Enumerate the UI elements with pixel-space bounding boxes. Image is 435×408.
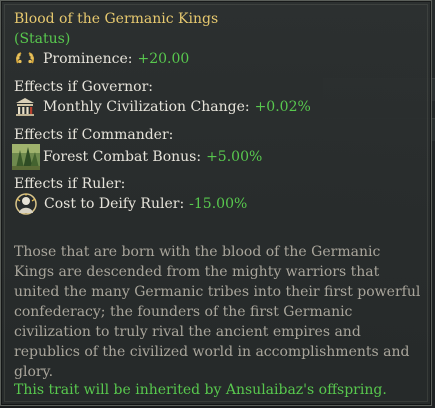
- prominence-row: Prominence: +20.00: [14, 49, 189, 69]
- prominence-label: Prominence:: [43, 50, 133, 67]
- civic-building-icon: [14, 97, 36, 117]
- trait-type: (Status): [14, 31, 71, 47]
- ruler-effect-label: Cost to Deify Ruler:: [44, 195, 185, 212]
- commander-effect-value: +5.00%: [206, 148, 263, 165]
- deify-bust-icon: [14, 193, 38, 215]
- commander-effect-label: Forest Combat Bonus:: [43, 148, 202, 165]
- governor-effect-row: Monthly Civilization Change: +0.02%: [14, 97, 311, 117]
- trait-description: Those that are born with the blood of th…: [14, 244, 421, 380]
- trait-tooltip: Blood of the Germanic Kings (Status) Pro…: [0, 0, 432, 406]
- forest-icon: [12, 144, 40, 170]
- commander-header: Effects if Commander:: [14, 127, 174, 143]
- governor-effect-label: Monthly Civilization Change:: [43, 98, 250, 115]
- inheritance-note: This trait will be inherited by Ansulaib…: [14, 382, 387, 398]
- trait-title: Blood of the Germanic Kings: [14, 11, 219, 27]
- governor-effect-value: +0.02%: [254, 98, 311, 115]
- governor-header: Effects if Governor:: [14, 79, 154, 95]
- ruler-effect-value: -15.00%: [189, 195, 248, 212]
- commander-effect-row: Forest Combat Bonus: +5.00%: [12, 144, 263, 170]
- ruler-header: Effects if Ruler:: [14, 176, 126, 192]
- laurel-wreath-icon: [14, 49, 36, 69]
- ruler-effect-row: Cost to Deify Ruler: -15.00%: [14, 193, 247, 215]
- prominence-value: +20.00: [137, 50, 190, 67]
